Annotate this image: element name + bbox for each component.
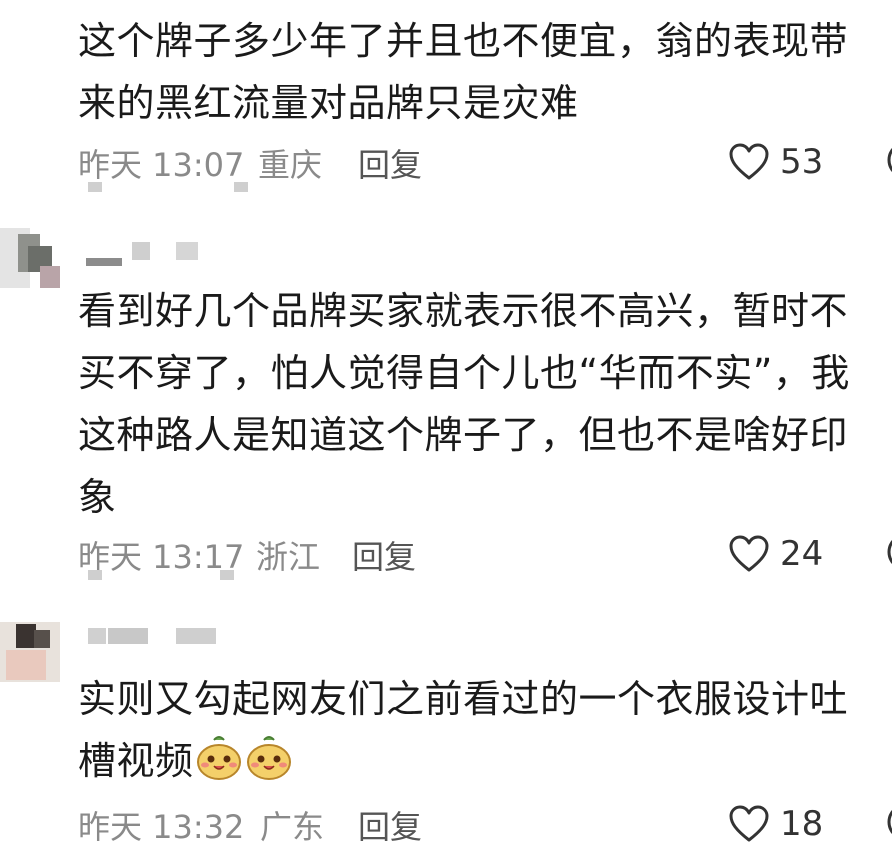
like-count: 18	[780, 804, 824, 844]
comment-text-line: 买不穿了，怕人觉得自个儿也“华而不实”，我	[78, 351, 850, 395]
comment-time: 昨天 13:32	[78, 808, 245, 846]
comment-text-line: 实则又勾起网友们之前看过的一个衣服设计吐	[78, 677, 849, 721]
avatar[interactable]	[0, 228, 60, 288]
blurred-mark	[220, 570, 234, 580]
blurred-mark	[234, 182, 248, 192]
meh-face-icon[interactable]	[886, 802, 892, 842]
like-button[interactable]: 18	[728, 802, 823, 846]
heart-outline-icon	[729, 143, 769, 180]
comment-text-line: 来的黑红流量对品牌只是灾难	[78, 81, 579, 125]
comment-text-line: 看到好几个品牌买家就表示很不高兴，暂时不	[78, 289, 849, 333]
comment-text-line: 象	[78, 475, 117, 519]
comment-meta: 昨天 13:17 浙江 回复 24	[78, 532, 892, 582]
username-blurred[interactable]	[86, 242, 206, 266]
meh-face-icon[interactable]	[886, 140, 892, 180]
reply-button[interactable]: 回复	[352, 532, 416, 578]
smiling-creature-emoji	[196, 736, 241, 780]
comment-location: 广东	[260, 808, 325, 846]
comment-meta: 昨天 13:07 重庆 回复 53	[78, 140, 892, 190]
comment-text-line: 槽视频	[78, 739, 194, 783]
reply-button[interactable]: 回复	[358, 802, 422, 848]
reply-button[interactable]: 回复	[358, 140, 422, 186]
comment-text: 看到好几个品牌买家就表示很不高兴，暂时不 买不穿了，怕人觉得自个儿也“华而不实”…	[78, 280, 858, 528]
like-count: 53	[780, 142, 824, 182]
comment-meta: 昨天 13:32 广东 回复 18	[78, 802, 892, 852]
avatar[interactable]	[0, 622, 60, 682]
comment-location: 重庆	[258, 146, 323, 184]
smiling-creature-emoji	[246, 736, 291, 780]
meh-face-icon[interactable]	[886, 532, 892, 572]
like-button[interactable]: 53	[728, 140, 823, 184]
blurred-mark	[88, 570, 102, 580]
comment-text-line: 这个牌子多少年了并且也不便宜，翁的表现带	[78, 19, 849, 63]
comment-time: 昨天 13:07	[78, 146, 245, 184]
heart-outline-icon	[729, 805, 769, 842]
comment-text-line: 这种路人是知道这个牌子了，但也不是啥好印	[78, 413, 849, 457]
comment-text: 这个牌子多少年了并且也不便宜，翁的表现带 来的黑红流量对品牌只是灾难	[78, 10, 858, 134]
username-blurred[interactable]	[86, 628, 216, 652]
heart-outline-icon	[729, 535, 769, 572]
comment-text: 实则又勾起网友们之前看过的一个衣服设计吐 槽视频	[78, 668, 858, 792]
comment-location: 浙江	[256, 538, 321, 576]
blurred-mark	[88, 182, 102, 192]
like-button[interactable]: 24	[728, 532, 823, 576]
like-count: 24	[780, 534, 824, 574]
